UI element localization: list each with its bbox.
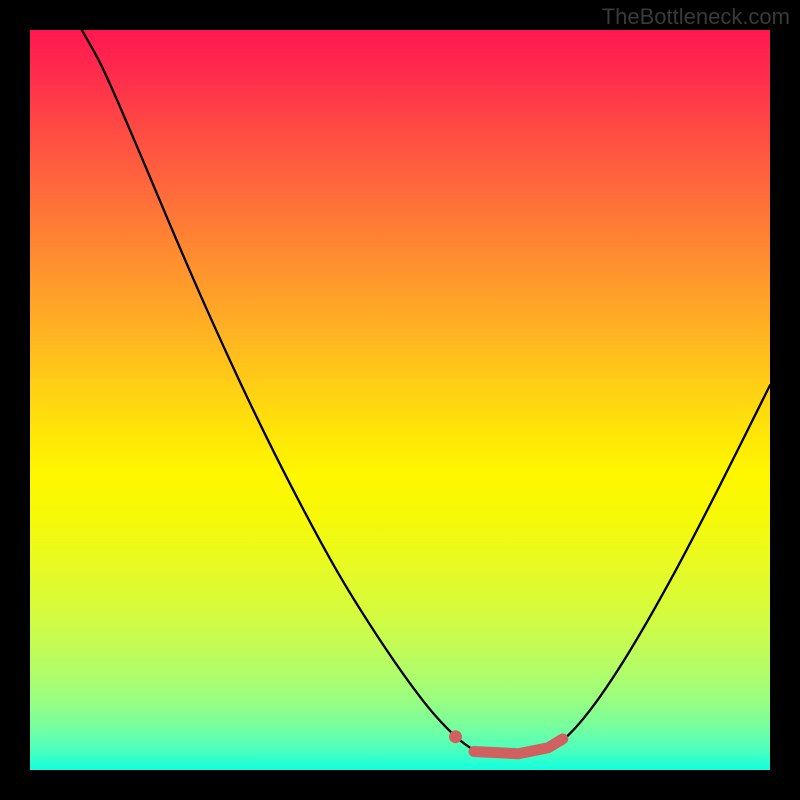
highlight-marker-dot: [449, 730, 462, 743]
chart-svg: [30, 30, 770, 770]
chart-plot-area: [30, 30, 770, 770]
watermark-text: TheBottleneck.com: [602, 4, 790, 30]
highlight-marker-line: [474, 739, 563, 754]
bottleneck-curve: [82, 30, 770, 756]
